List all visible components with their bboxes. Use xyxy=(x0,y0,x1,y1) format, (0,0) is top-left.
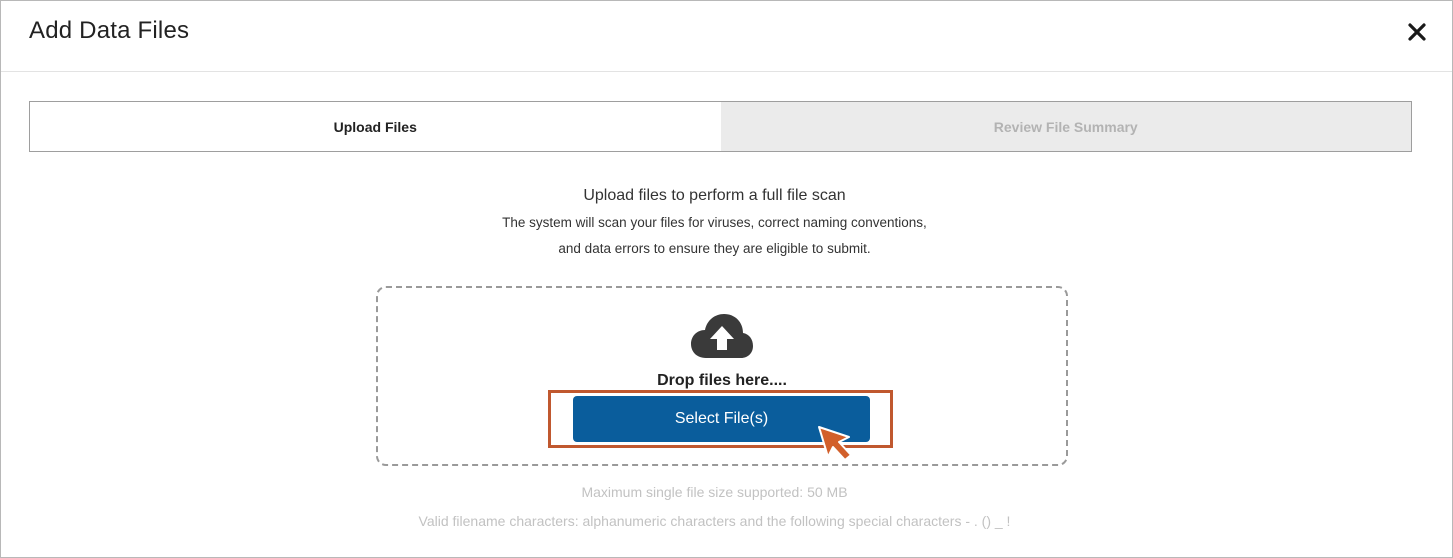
valid-filename-note: Valid filename characters: alphanumeric … xyxy=(418,513,1011,529)
dialog-header: Add Data Files xyxy=(1,1,1452,72)
drop-files-text: Drop files here.... xyxy=(657,372,787,389)
add-data-files-dialog: Add Data Files Upload Files Review File … xyxy=(0,0,1453,558)
close-icon xyxy=(1408,23,1426,41)
upload-description-line-1: The system will scan your files for viru… xyxy=(502,215,927,230)
max-file-size-note: Maximum single file size supported: 50 M… xyxy=(581,484,848,500)
mouse-cursor-icon xyxy=(818,426,852,461)
step-tabs: Upload Files Review File Summary xyxy=(29,101,1412,152)
close-button[interactable] xyxy=(1402,15,1432,49)
cloud-upload-icon xyxy=(691,314,753,358)
upload-heading: Upload files to perform a full file scan xyxy=(583,187,846,204)
tab-upload-files[interactable]: Upload Files xyxy=(30,102,721,151)
upload-description-line-2: and data errors to ensure they are eligi… xyxy=(558,241,871,256)
dialog-title: Add Data Files xyxy=(29,17,190,44)
tab-review-file-summary[interactable]: Review File Summary xyxy=(720,102,1411,151)
